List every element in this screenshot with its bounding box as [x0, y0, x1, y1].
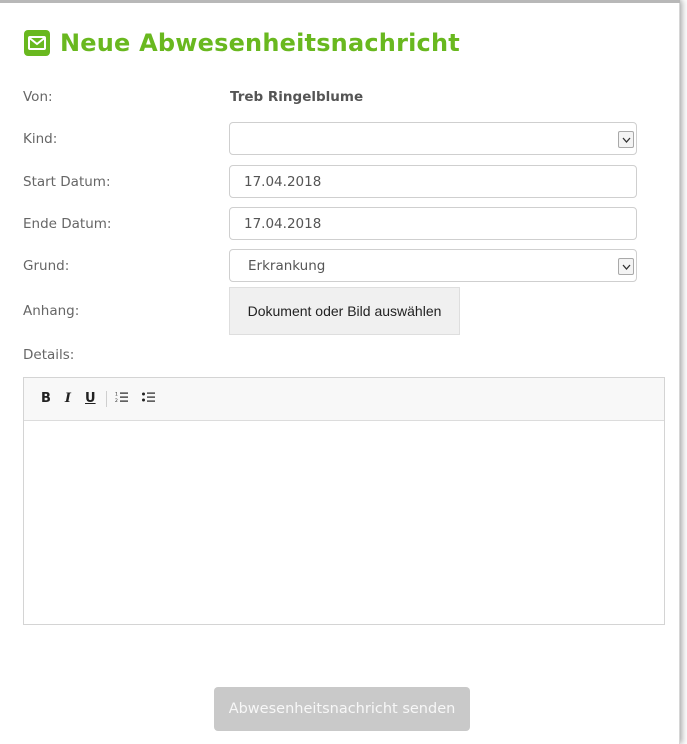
start-date-label: Start Datum:	[23, 174, 111, 190]
italic-button[interactable]: I	[65, 391, 71, 407]
toolbar-divider	[105, 391, 107, 407]
ordered-list-icon[interactable]: 1 2	[115, 391, 128, 408]
underline-button[interactable]: U	[85, 391, 96, 407]
attachment-label: Anhang:	[23, 303, 80, 319]
page-title-text: Neue Abwesenheitsnachricht	[60, 29, 460, 57]
kind-select[interactable]	[229, 122, 637, 155]
kind-label: Kind:	[23, 131, 58, 147]
svg-text:1: 1	[115, 391, 118, 397]
details-editor: B I U 1 2	[23, 377, 665, 625]
von-label: Von:	[23, 89, 53, 105]
top-border	[0, 0, 680, 3]
start-date-field[interactable]: 17.04.2018	[229, 165, 637, 198]
details-label: Details:	[23, 347, 75, 363]
chevron-down-icon[interactable]	[618, 131, 634, 148]
reason-label: Grund:	[23, 258, 70, 274]
svg-text:2: 2	[115, 398, 118, 403]
page-title: Neue Abwesenheitsnachricht	[24, 26, 460, 60]
choose-file-button[interactable]: Dokument oder Bild auswählen	[229, 287, 460, 335]
start-date-value: 17.04.2018	[244, 173, 322, 190]
end-date-field[interactable]: 17.04.2018	[229, 207, 637, 240]
chevron-down-icon[interactable]	[618, 258, 634, 275]
reason-select[interactable]: Erkrankung	[229, 249, 637, 282]
editor-content-area[interactable]	[24, 421, 664, 624]
von-value: Treb Ringelblume	[230, 89, 364, 105]
send-absence-message-button[interactable]: Abwesenheitsnachricht senden	[214, 687, 470, 731]
unordered-list-icon[interactable]	[141, 391, 155, 408]
envelope-icon	[24, 30, 50, 56]
editor-toolbar: B I U 1 2	[24, 378, 664, 421]
end-date-label: Ende Datum:	[23, 216, 112, 232]
reason-select-value: Erkrankung	[248, 257, 326, 274]
bold-button[interactable]: B	[41, 391, 51, 407]
absence-message-panel: Neue Abwesenheitsnachricht Von: Treb Rin…	[0, 0, 680, 744]
end-date-value: 17.04.2018	[244, 215, 322, 232]
